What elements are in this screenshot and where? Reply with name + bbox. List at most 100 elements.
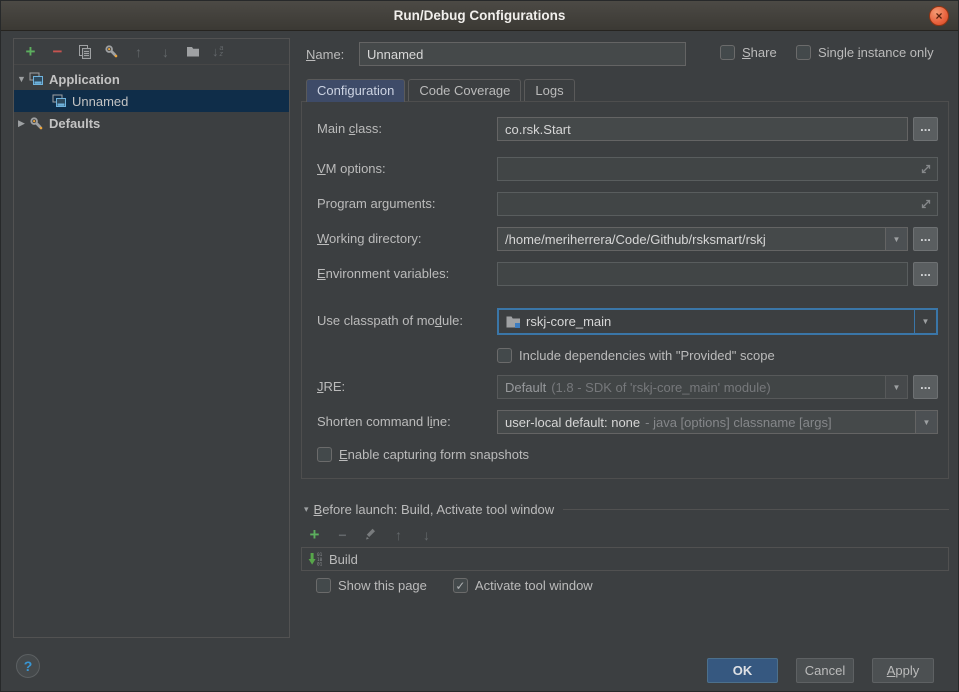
program-arguments-field[interactable]	[497, 192, 938, 216]
tree-node-defaults[interactable]: ▶ Defaults	[14, 112, 289, 134]
tree-node-label: Application	[49, 72, 120, 87]
move-up-icon[interactable]: ↑	[131, 44, 146, 59]
vm-options-field[interactable]	[497, 157, 938, 181]
tab-logs[interactable]: Logs	[524, 79, 574, 101]
environment-variables-input[interactable]	[505, 267, 900, 282]
jre-browse-button[interactable]: ...	[913, 375, 938, 399]
before-launch-task-row[interactable]: 011001 Build	[301, 547, 949, 571]
name-input[interactable]	[359, 42, 686, 66]
name-label: Name:	[306, 47, 344, 62]
checkbox-box	[796, 45, 811, 60]
use-classpath-value: rskj-core_main	[526, 314, 611, 329]
move-down-icon[interactable]: ↓	[419, 527, 434, 542]
tab-bar: Configuration Code Coverage Logs	[306, 79, 578, 102]
close-icon[interactable]: ×	[929, 6, 949, 26]
share-checkbox[interactable]: Share	[720, 45, 777, 60]
remove-configuration-icon[interactable]: −	[50, 44, 65, 59]
chevron-expanded-icon[interactable]: ▼	[14, 74, 29, 84]
add-task-icon[interactable]: +	[307, 527, 322, 542]
chevron-down-icon[interactable]: ▼	[885, 228, 907, 250]
jre-label: JRE:	[317, 375, 345, 399]
enable-capturing-label: Enable capturing form snapshots	[339, 447, 529, 462]
use-classpath-combo[interactable]: rskj-core_main ▼	[497, 308, 938, 335]
tab-code-coverage[interactable]: Code Coverage	[408, 79, 521, 101]
enable-capturing-checkbox[interactable]: Enable capturing form snapshots	[317, 447, 529, 462]
copy-configuration-icon[interactable]	[77, 44, 92, 59]
jre-combo[interactable]: Default (1.8 - SDK of 'rskj-core_main' m…	[497, 375, 908, 399]
share-checkbox-label: Share	[742, 45, 777, 60]
environment-variables-browse-button[interactable]: ...	[913, 262, 938, 286]
single-instance-checkbox[interactable]: Single instance only	[796, 45, 934, 60]
remove-task-icon[interactable]: −	[335, 527, 350, 542]
checkbox-box-checked: ✓	[453, 578, 468, 593]
before-launch-title: Before launch: Build, Activate tool wind…	[314, 502, 555, 517]
activate-tool-window-checkbox[interactable]: ✓ Activate tool window	[453, 578, 593, 593]
tree-node-label: Unnamed	[72, 94, 128, 109]
svg-text:01: 01	[317, 561, 323, 566]
defaults-wrench-icon	[29, 116, 45, 130]
module-icon	[506, 315, 521, 328]
working-directory-value: /home/meriherrera/Code/Github/rsksmart/r…	[498, 228, 885, 250]
edit-defaults-icon[interactable]	[104, 44, 119, 59]
run-debug-configurations-dialog: Run/Debug Configurations × + − ↑ ↓ ↓ az	[0, 0, 959, 692]
edit-task-icon[interactable]	[363, 527, 378, 542]
chevron-down-icon[interactable]: ▼	[885, 376, 907, 398]
application-icon	[29, 72, 45, 86]
build-icon: 011001	[308, 552, 323, 566]
show-this-page-checkbox[interactable]: Show this page	[316, 578, 427, 593]
main-class-label: Main class:	[317, 117, 382, 141]
main-class-input[interactable]	[505, 122, 900, 137]
chevron-collapsed-icon[interactable]: ▶	[14, 118, 29, 129]
working-directory-browse-button[interactable]: ...	[913, 227, 938, 251]
shorten-value-secondary: - java [options] classname [args]	[645, 415, 831, 430]
move-down-icon[interactable]: ↓	[158, 44, 173, 59]
vm-options-input[interactable]	[505, 162, 930, 177]
shorten-value-primary: user-local default: none	[505, 415, 640, 430]
cancel-button[interactable]: Cancel	[796, 658, 854, 683]
jre-value-secondary: (1.8 - SDK of 'rskj-core_main' module)	[551, 380, 771, 395]
activate-tool-window-label: Activate tool window	[475, 578, 593, 593]
tree-node-application[interactable]: ▼ Application	[14, 68, 289, 90]
application-icon	[52, 94, 68, 108]
before-launch-toolbar: + − ↑ ↓	[307, 527, 434, 542]
working-directory-combo[interactable]: /home/meriherrera/Code/Github/rsksmart/r…	[497, 227, 908, 251]
configurations-tree-panel: + − ↑ ↓ ↓ az ▼ Applic	[13, 38, 290, 638]
expand-field-icon[interactable]	[920, 163, 932, 178]
shorten-command-line-label: Shorten command line:	[317, 410, 451, 434]
show-this-page-label: Show this page	[338, 578, 427, 593]
apply-button[interactable]: Apply	[872, 658, 934, 683]
help-icon[interactable]: ?	[16, 654, 40, 678]
jre-value-primary: Default	[505, 380, 546, 395]
checkbox-box	[720, 45, 735, 60]
use-classpath-label: Use classpath of module:	[317, 309, 463, 333]
program-arguments-input[interactable]	[505, 197, 930, 212]
shorten-command-line-combo[interactable]: user-local default: none - java [options…	[497, 410, 938, 434]
move-up-icon[interactable]: ↑	[391, 527, 406, 542]
sort-alphabetically-icon[interactable]: ↓ az	[212, 44, 223, 59]
window-title: Run/Debug Configurations	[394, 8, 566, 23]
tree-node-label: Defaults	[49, 116, 100, 131]
before-launch-options: Show this page ✓ Activate tool window	[316, 578, 593, 593]
ok-button[interactable]: OK	[707, 658, 778, 683]
tree-toolbar: + − ↑ ↓ ↓ az	[14, 39, 289, 65]
section-divider	[563, 509, 949, 510]
add-configuration-icon[interactable]: +	[23, 44, 38, 59]
section-collapse-icon[interactable]: ▾	[304, 504, 309, 515]
chevron-down-icon[interactable]: ▼	[914, 310, 936, 333]
chevron-down-icon[interactable]: ▼	[915, 411, 937, 433]
titlebar: Run/Debug Configurations ×	[1, 1, 958, 31]
program-arguments-label: Program arguments:	[317, 192, 436, 216]
before-launch-section-header[interactable]: ▾ Before launch: Build, Activate tool wi…	[304, 502, 949, 517]
single-instance-label: Single instance only	[818, 45, 934, 60]
main-class-field[interactable]	[497, 117, 908, 141]
main-class-browse-button[interactable]: ...	[913, 117, 938, 141]
environment-variables-label: Environment variables:	[317, 262, 449, 286]
create-folder-icon[interactable]	[185, 44, 200, 59]
tree-node-unnamed[interactable]: Unnamed	[14, 90, 289, 112]
task-label: Build	[329, 552, 358, 567]
environment-variables-field[interactable]	[497, 262, 908, 286]
tab-configuration[interactable]: Configuration	[306, 79, 405, 102]
include-dependencies-checkbox[interactable]: Include dependencies with "Provided" sco…	[497, 348, 775, 363]
checkbox-box	[317, 447, 332, 462]
expand-field-icon[interactable]	[920, 198, 932, 213]
